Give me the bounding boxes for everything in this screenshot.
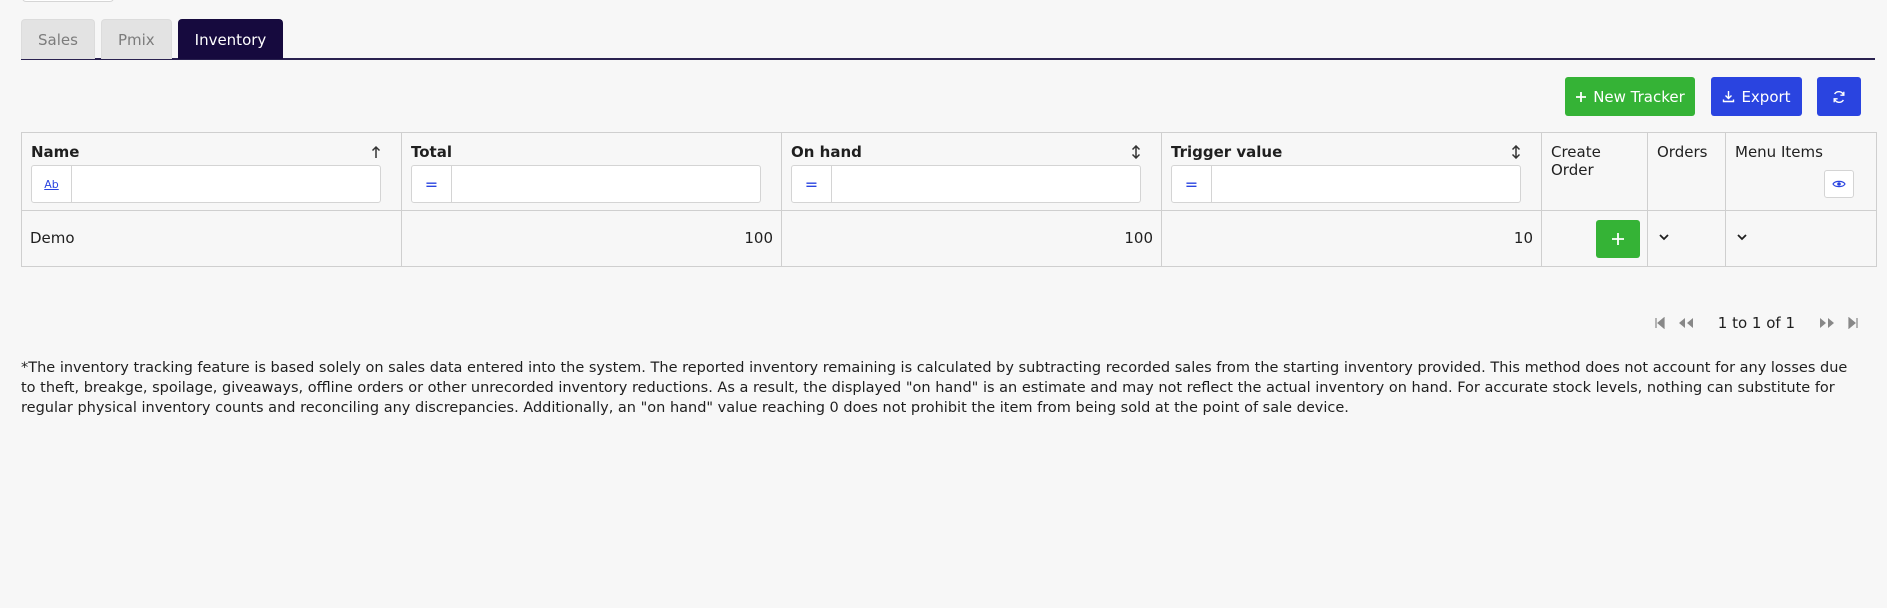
cell-name-value: Demo [30, 229, 75, 247]
col-on-hand: On hand = [782, 133, 1162, 210]
total-filter: = [411, 165, 761, 203]
menu-items-expand-chevron-down-icon[interactable] [1736, 229, 1748, 245]
col-menu-items: Menu Items [1726, 133, 1876, 210]
col-name: Name Ab [22, 133, 402, 210]
cell-create-order [1542, 211, 1648, 266]
tab-inventory[interactable]: Inventory [177, 19, 284, 59]
top-dropdown-stub[interactable] [22, 0, 114, 2]
name-filter: Ab [31, 165, 381, 203]
cell-on-hand-value: 100 [1124, 229, 1153, 247]
tab-pmix[interactable]: Pmix [100, 19, 172, 59]
col-create-order: Create Order [1542, 133, 1648, 210]
cell-total: 100 [402, 211, 782, 266]
equals-filter-type-button[interactable]: = [792, 166, 832, 202]
inventory-grid: Name Ab Total = On hand = Trigger value … [21, 132, 1877, 267]
equals-filter-type-button[interactable]: = [1172, 166, 1212, 202]
previous-page-icon[interactable] [1678, 317, 1694, 329]
cell-trigger-value-value: 10 [1513, 229, 1533, 247]
cell-orders [1648, 211, 1726, 266]
next-page-icon[interactable] [1819, 317, 1835, 329]
cell-on-hand: 100 [782, 211, 1162, 266]
pagination: 1 to 1 of 1 [1654, 314, 1859, 332]
total-filter-input[interactable] [452, 166, 760, 202]
col-create-order-label: Create Order [1551, 143, 1601, 179]
column-visibility-button[interactable] [1824, 170, 1854, 198]
cell-total-value: 100 [744, 229, 773, 247]
col-trigger-value-label[interactable]: Trigger value [1171, 143, 1282, 161]
create-order-button[interactable] [1596, 220, 1640, 258]
cell-trigger-value: 10 [1162, 211, 1542, 266]
equals-filter-type-button[interactable]: = [412, 166, 452, 202]
trigger-value-filter: = [1171, 165, 1521, 203]
sort-both-icon[interactable] [1511, 144, 1521, 163]
plus-icon [1612, 233, 1624, 245]
on-hand-filter: = [791, 165, 1141, 203]
tab-sales[interactable]: Sales [21, 19, 95, 59]
table-row[interactable]: Demo 100 100 10 [22, 211, 1876, 266]
new-tracker-label: New Tracker [1593, 87, 1685, 106]
first-page-icon[interactable] [1654, 317, 1666, 329]
on-hand-filter-input[interactable] [832, 166, 1140, 202]
export-label: Export [1741, 87, 1791, 106]
export-button[interactable]: Export [1711, 77, 1802, 116]
eye-icon [1832, 180, 1846, 188]
col-on-hand-label[interactable]: On hand [791, 143, 862, 161]
refresh-icon [1833, 90, 1845, 103]
last-page-icon[interactable] [1847, 317, 1859, 329]
col-orders: Orders [1648, 133, 1726, 210]
sort-both-icon[interactable] [1131, 144, 1141, 163]
col-total-label[interactable]: Total [411, 143, 452, 161]
page-summary: 1 to 1 of 1 [1717, 314, 1795, 332]
download-icon [1723, 91, 1735, 103]
grid-header: Name Ab Total = On hand = Trigger value … [22, 133, 1876, 211]
col-total: Total = [402, 133, 782, 210]
trigger-value-filter-input[interactable] [1212, 166, 1520, 202]
col-name-label[interactable]: Name [31, 143, 79, 161]
col-trigger-value: Trigger value = [1162, 133, 1542, 210]
orders-expand-chevron-down-icon[interactable] [1658, 229, 1670, 245]
tab-bar: Sales Pmix Inventory [21, 19, 1875, 60]
plus-icon [1576, 91, 1587, 102]
cell-menu-items [1726, 211, 1876, 266]
name-filter-input[interactable] [72, 166, 380, 202]
sort-ascending-icon[interactable] [371, 145, 381, 163]
new-tracker-button[interactable]: New Tracker [1565, 77, 1695, 116]
text-filter-type-button[interactable]: Ab [32, 166, 72, 202]
col-menu-items-label: Menu Items [1735, 143, 1823, 161]
inventory-disclaimer: *The inventory tracking feature is based… [21, 360, 1848, 416]
cell-name: Demo [22, 211, 402, 266]
col-orders-label: Orders [1657, 143, 1708, 161]
refresh-button[interactable] [1817, 77, 1861, 116]
